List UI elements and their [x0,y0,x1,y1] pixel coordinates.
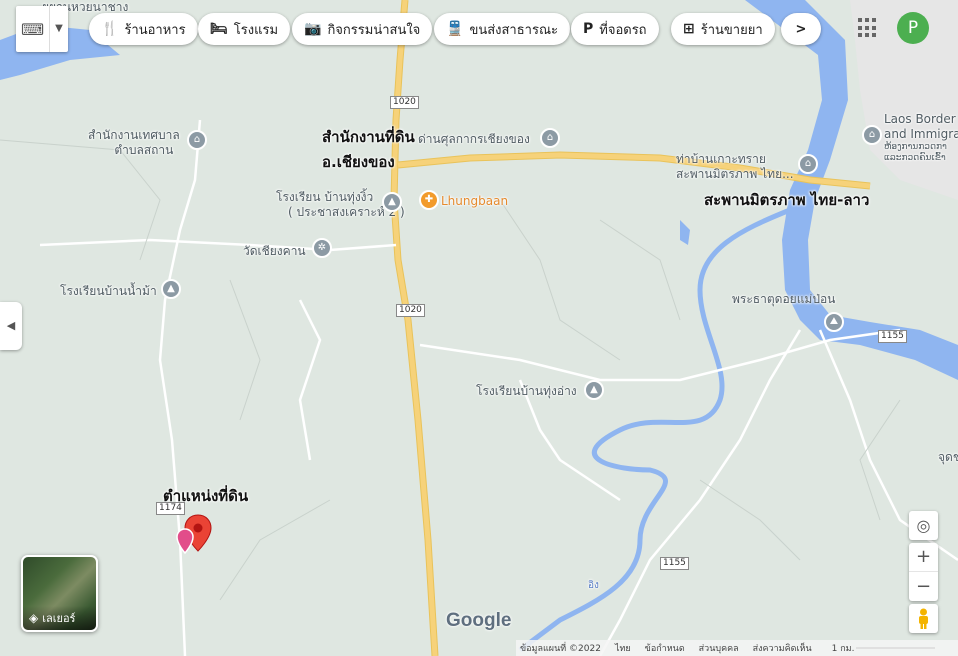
label-land-office-line1: สำนักงานที่ดิน [322,128,415,146]
chip-parking[interactable]: P ที่จอดรถ [571,13,659,45]
zoom-out-button[interactable]: − [909,572,938,601]
apps-grid-icon[interactable] [858,18,878,38]
chevron-right-icon: > [795,21,807,37]
bed-icon: 🛏 [210,21,228,37]
label-customs: ด่านศุลกากรเชียงของ [418,132,530,146]
government-icon[interactable]: ⌂ [187,130,207,150]
customs-icon[interactable]: ⌂ [540,128,560,148]
label-school-tungang: โรงเรียนบ้านทุ่งอ่าง [476,384,577,398]
label-lhungbaan: Lhungbaan [441,194,509,208]
restaurant-icon[interactable]: ✚ [419,190,439,210]
my-location-button[interactable]: ◎ [909,511,938,540]
target-icon: ◎ [916,516,931,535]
chip-label: ขนส่งสาธารณะ [469,22,558,38]
label-wat: วัดเชียงคาน [243,244,306,258]
parking-icon: P [583,21,594,37]
route-shield: 1174 [156,502,185,515]
label-land-office: สำนักงานที่ดิน อ.เชียงของ [322,128,415,172]
route-shield: 1155 [660,557,689,570]
government-icon[interactable]: ⌂ [862,125,882,145]
route-shield: 1020 [396,304,425,317]
label-office-tambon: สำนักงานเทศบาล ตำบลสถาน [88,128,180,158]
fork-knife-icon: 🍴 [101,21,119,37]
avatar[interactable]: P [897,12,929,44]
train-icon: 🚆 [446,21,464,37]
label-laos-line4: ແລະກວດຄົນເຂົ້າ [884,153,946,163]
camera-icon: 📷 [304,21,322,37]
school-icon[interactable]: ▲ [584,380,604,400]
footer-language-link[interactable]: ไทย [615,641,631,655]
chip-label: ร้านอาหาร [124,22,186,38]
pegman-icon [919,608,928,629]
layers-label-bar: ◈ เลเยอร์ [23,606,96,630]
pegman-button[interactable] [909,604,938,633]
layers-label: เลเยอร์ [42,612,76,625]
label-land-office-line2: อ.เชียงของ [322,153,395,171]
map-footer: ข้อมูลแผนที่ ©2022 ไทย ข้อกำหนด ส่วนบุคค… [516,640,958,656]
footer-privacy-link[interactable]: ส่วนบุคคล [699,641,739,655]
label-laos-line2: and Immigra [884,127,958,141]
chip-transit[interactable]: 🚆 ขนส่งสาธารณะ [434,13,570,45]
school-icon[interactable]: ▲ [382,192,402,212]
chip-label: ที่จอดรถ [599,22,647,38]
collapse-side-panel-button[interactable]: ◀ [0,302,22,350]
school-icon[interactable]: ▲ [161,279,181,299]
chevron-left-icon: ◀ [6,319,16,332]
zoom-in-button[interactable]: + [909,543,938,572]
label-office-tambon-line2: ตำบลสถาน [114,143,174,157]
route-shield: 1020 [390,96,419,109]
temple-icon[interactable]: ✲ [312,238,332,258]
chip-label: โรงแรม [233,22,279,38]
footer-feedback-link[interactable]: ส่งความคิดเห็น [753,641,812,655]
label-bridge: สะพานมิตรภาพ ไทย-ลาว [704,191,870,209]
label-pier: ท่าบ้านเกาะทราย สะพานมิตรภาพ ไทย... [676,152,794,182]
label-river: อิง [588,580,599,591]
label-pier-line1: ท่าบ้านเกาะทราย [676,152,766,166]
chevron-down-icon[interactable]: ▼ [49,6,68,52]
temple-icon[interactable]: ⛰ [824,312,844,332]
google-logo: Google [446,610,512,631]
layers-button[interactable]: ◈ เลเยอร์ [21,555,98,632]
layers-icon: ◈ [29,611,39,625]
chip-label: ร้านขายยา [700,22,763,38]
label-laos-line3: ຫ້ອງການກວດກາ [884,142,947,152]
place-marker-icon[interactable] [176,528,194,554]
chip-pharmacy[interactable]: ⊞ ร้านขายยา [671,13,775,45]
footer-map-data: ข้อมูลแผนที่ ©2022 [520,644,601,654]
label-laos-border: Laos Border and Immigra ຫ້ອງການກວດກາ ແລະ… [884,112,958,164]
zoom-controls: + − [909,543,938,601]
pharmacy-icon: ⊞ [683,21,695,37]
label-office-tambon-line1: สำนักงานเทศบาล [88,128,180,142]
scale-label[interactable]: 1 กม. [832,641,855,655]
map-canvas[interactable] [0,0,958,656]
input-tools-button[interactable]: ⌨ ▼ [16,6,68,52]
label-laos-line1: Laos Border [884,112,956,126]
chip-restaurants[interactable]: 🍴 ร้านอาหาร [89,13,198,45]
plus-icon: + [915,546,932,567]
chip-attractions[interactable]: 📷 กิจกรรมน่าสนใจ [292,13,433,45]
label-school-nammam: โรงเรียนบ้านน้ำม้า [60,284,157,298]
label-temple: พระธาตุดอยแม่ป่อน [732,292,836,306]
label-edge: จุดช [938,450,958,464]
chips-next-button[interactable]: > [781,13,821,45]
minus-icon: − [915,576,932,597]
chip-hotels[interactable]: 🛏 โรงแรม [198,13,291,45]
border-crossing-icon[interactable]: ⌂ [798,154,818,174]
label-pier-line2: สะพานมิตรภาพ ไทย... [676,167,794,181]
route-shield: 1155 [878,330,907,343]
keyboard-icon: ⌨ [20,19,45,39]
footer-terms-link[interactable]: ข้อกำหนด [645,641,685,655]
chip-label: กิจกรรมน่าสนใจ [327,22,421,38]
